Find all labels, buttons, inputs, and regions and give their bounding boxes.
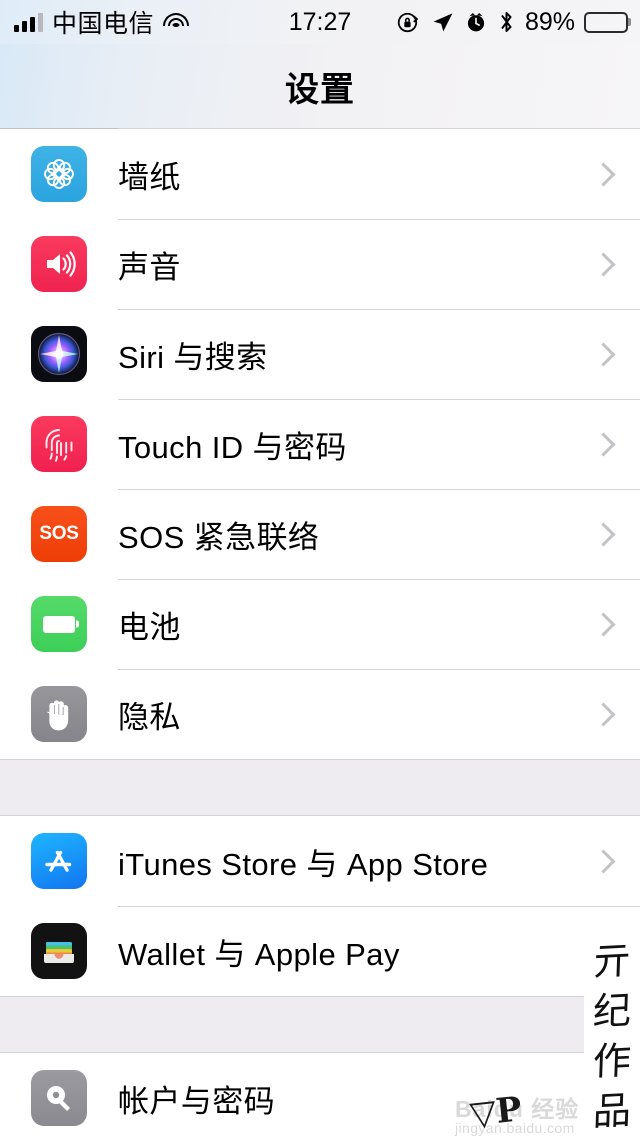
section-gap	[0, 996, 640, 1053]
battery-percent-label: 89%	[524, 7, 575, 36]
chevron-right-icon	[591, 701, 616, 727]
settings-row-label: 墙纸	[118, 159, 181, 195]
settings-group-stores: iTunes Store 与 App Store Wallet 与 Apple …	[0, 816, 640, 996]
app-store-icon	[31, 833, 87, 889]
settings-row-accounts-passwords[interactable]: 帐户与密码	[0, 1053, 640, 1136]
settings-group-accounts: 帐户与密码	[0, 1053, 640, 1136]
sos-icon: SOS	[31, 506, 87, 562]
signature-char: 亓	[592, 938, 632, 984]
settings-row-label: SOS 紧急联络	[118, 519, 320, 555]
privacy-hand-icon	[31, 686, 87, 742]
chevron-right-icon	[591, 848, 616, 874]
settings-row-wallet-apple-pay[interactable]: Wallet 与 Apple Pay	[0, 906, 640, 996]
signature-char: 作	[592, 1038, 632, 1084]
settings-row-label: iTunes Store 与 App Store	[118, 846, 489, 882]
carrier-name: 中国电信	[52, 10, 155, 38]
cellular-bars-icon	[14, 12, 43, 32]
signature-char: 品	[592, 1088, 632, 1134]
iphone-settings-screen: 中国电信 17:27 89% 设置 墙纸 声音 Siri 与搜索 Touch I…	[0, 0, 640, 1136]
settings-row-touch-id[interactable]: Touch ID 与密码	[0, 399, 640, 489]
settings-row-siri[interactable]: Siri 与搜索	[0, 309, 640, 399]
status-bar: 中国电信 17:27 89%	[0, 0, 640, 44]
sos-icon-label: SOS	[39, 523, 79, 544]
settings-row-wallpaper[interactable]: 墙纸	[0, 128, 640, 219]
settings-row-label: 电池	[118, 609, 181, 645]
signature-char: 纪	[592, 988, 632, 1034]
settings-row-sounds[interactable]: 声音	[0, 219, 640, 309]
settings-row-label: Touch ID 与密码	[118, 429, 347, 465]
alarm-clock-icon	[467, 13, 485, 32]
settings-row-label: 帐户与密码	[118, 1083, 275, 1119]
chevron-right-icon	[591, 251, 616, 277]
status-bar-left: 中国电信	[14, 4, 190, 40]
battery-full-icon	[584, 11, 628, 33]
siri-icon	[31, 326, 87, 382]
navigation-bar: 设置	[0, 44, 640, 129]
touch-id-fingerprint-icon	[31, 416, 87, 472]
settings-row-label: Wallet 与 Apple Pay	[118, 936, 400, 972]
settings-row-sos[interactable]: SOS SOS 紧急联络	[0, 489, 640, 579]
settings-row-itunes-app-store[interactable]: iTunes Store 与 App Store	[0, 816, 640, 906]
handwritten-signature-overlay: 亓 纪 作 品	[584, 930, 640, 1136]
settings-row-battery[interactable]: 电池	[0, 579, 640, 669]
chevron-right-icon	[591, 521, 616, 547]
accounts-passwords-icon	[31, 1070, 87, 1126]
chevron-right-icon	[591, 611, 616, 637]
settings-row-label: 声音	[118, 249, 181, 285]
wallet-icon	[31, 923, 87, 979]
location-arrow-icon	[433, 12, 453, 31]
settings-row-label: 隐私	[118, 699, 181, 735]
chevron-right-icon	[591, 341, 616, 367]
settings-list: 墙纸 声音 Siri 与搜索 Touch ID 与密码 SOS SOS 紧急联络…	[0, 128, 640, 1136]
rotation-lock-icon	[397, 12, 418, 32]
chevron-right-icon	[591, 431, 616, 457]
settings-row-privacy[interactable]: 隐私	[0, 669, 640, 759]
section-gap	[0, 759, 640, 816]
page-title: 设置	[285, 70, 355, 109]
wifi-icon	[163, 12, 190, 32]
status-bar-right: 89%	[396, 8, 628, 37]
settings-row-label: Siri 与搜索	[118, 339, 268, 375]
settings-group-system: 墙纸 声音 Siri 与搜索 Touch ID 与密码 SOS SOS 紧急联络…	[0, 128, 640, 759]
chevron-right-icon	[591, 161, 616, 187]
battery-icon	[31, 596, 87, 652]
wallpaper-icon	[31, 146, 87, 202]
bluetooth-icon	[501, 12, 512, 32]
sounds-speaker-icon	[31, 236, 87, 292]
